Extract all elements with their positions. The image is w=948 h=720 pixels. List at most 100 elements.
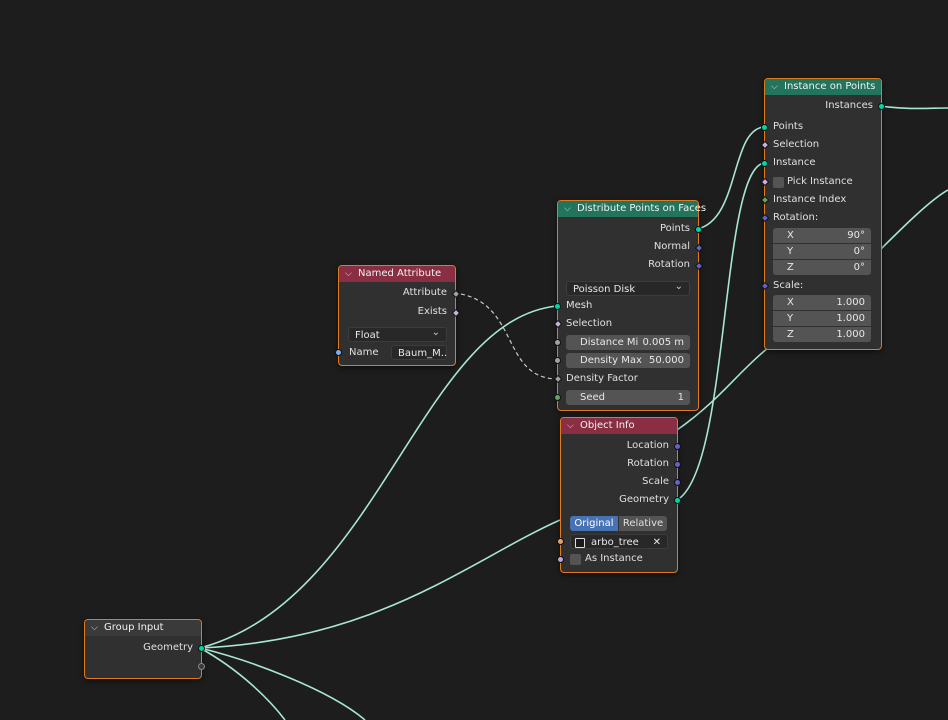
link-instances-out	[879, 105, 948, 110]
output-points-label: Points	[659, 223, 690, 234]
output-rotation-label: Rotation	[648, 259, 690, 270]
rotation-z-field[interactable]: Z 0°	[773, 260, 871, 275]
density-max-value: 50.000	[649, 355, 684, 366]
chevron-down-icon[interactable]: ⌵	[771, 79, 781, 95]
axis-x-label: X	[787, 230, 794, 241]
chevron-down-icon[interactable]: ⌵	[91, 620, 101, 636]
rotation-z-value: 0°	[853, 262, 865, 273]
socket-scale[interactable]	[674, 479, 681, 486]
axis-z-label: Z	[787, 329, 794, 340]
object-icon	[575, 538, 585, 548]
seed-label: Seed	[580, 392, 605, 403]
chevron-down-icon[interactable]: ⌵	[564, 201, 574, 217]
named-attribute-node[interactable]: ⌵ Named Attribute Attribute Exists Float …	[335, 265, 461, 366]
input-mesh-label: Mesh	[566, 300, 593, 311]
chevron-down-icon[interactable]: ⌵	[567, 418, 577, 434]
socket-seed[interactable]	[554, 394, 561, 401]
group-input-header[interactable]: ⌵ Group Input	[85, 620, 201, 636]
scale-y-value: 1.000	[836, 313, 865, 324]
socket-as-instance[interactable]	[557, 556, 564, 563]
seed-field[interactable]: Seed 1	[566, 390, 690, 405]
pick-instance-label: Pick Instance	[787, 176, 853, 187]
output-rotation-label: Rotation	[627, 458, 669, 469]
axis-z-label: Z	[787, 262, 794, 273]
density-factor-label: Density Factor	[566, 373, 638, 384]
distribute-points-node[interactable]: ⌵ Distribute Points on Faces Points Norma…	[553, 200, 706, 411]
socket-geometry[interactable]	[198, 645, 205, 652]
output-geometry-label: Geometry	[143, 642, 193, 653]
scale-z-value: 1.000	[836, 329, 865, 340]
distance-min-value: 0.005 m	[642, 337, 684, 348]
socket-name[interactable]	[335, 349, 342, 356]
node-title: Distribute Points on Faces	[577, 203, 707, 214]
as-instance-label: As Instance	[585, 553, 643, 564]
scale-x-field[interactable]: X 1.000	[773, 295, 871, 310]
rotation-x-value: 90°	[847, 230, 865, 241]
pick-instance-checkbox[interactable]	[773, 177, 784, 188]
node-title: Named Attribute	[358, 268, 442, 279]
rotation-y-value: 0°	[853, 246, 865, 257]
density-max-field[interactable]: Density Max 50.000	[566, 353, 690, 368]
output-location-label: Location	[626, 440, 669, 451]
socket-instance[interactable]	[761, 160, 768, 167]
mode-dropdown[interactable]: Poisson Disk	[566, 279, 690, 296]
rotation-x-field[interactable]: X 90°	[773, 228, 871, 243]
node-title: Object Info	[580, 420, 635, 431]
scale-y-field[interactable]: Y 1.000	[773, 311, 871, 326]
output-attribute-label: Attribute	[402, 287, 447, 298]
output-geometry-label: Geometry	[619, 494, 669, 505]
data-type-dropdown[interactable]: Float	[348, 325, 447, 342]
instance-on-points-node[interactable]: ⌵ Instance on Points Instances Points Sel…	[760, 78, 885, 350]
name-value: Baum_M...	[398, 348, 447, 359]
object-info-header[interactable]: ⌵ Object Info	[561, 418, 677, 434]
object-field[interactable]: arbo_tree ✕	[570, 534, 668, 549]
distance-min-field[interactable]: Distance Mi 0.005 m	[566, 335, 690, 350]
scale-z-field[interactable]: Z 1.000	[773, 327, 871, 342]
scale-x-value: 1.000	[836, 297, 865, 308]
axis-y-label: Y	[787, 313, 794, 324]
object-name: arbo_tree	[591, 537, 639, 548]
link-up-right	[879, 189, 948, 251]
distribute-points-header[interactable]: ⌵ Distribute Points on Faces	[558, 201, 706, 217]
instance-index-label: Instance Index	[773, 194, 847, 205]
axis-y-label: Y	[787, 246, 794, 257]
socket-empty[interactable]	[198, 663, 205, 670]
link-geometry-down-1	[199, 647, 366, 720]
link-points-to-points	[696, 126, 765, 230]
name-field[interactable]: Baum_M...	[391, 345, 447, 360]
rotation-y-field[interactable]: Y 0°	[773, 244, 871, 259]
output-scale-label: Scale	[642, 476, 669, 487]
instance-on-points-header[interactable]: ⌵ Instance on Points	[765, 79, 881, 95]
socket-density-max[interactable]	[554, 357, 561, 364]
named-attribute-header[interactable]: ⌵ Named Attribute	[339, 266, 455, 282]
chevron-down-icon[interactable]: ⌵	[345, 266, 355, 282]
axis-x-label: X	[787, 297, 794, 308]
input-selection-label: Selection	[566, 318, 613, 329]
socket-instances[interactable]	[878, 103, 885, 110]
socket-geometry[interactable]	[674, 497, 681, 504]
link-geometry-down-2	[199, 647, 286, 720]
node-title: Instance on Points	[784, 81, 876, 92]
node-title: Group Input	[104, 622, 164, 633]
socket-rotation[interactable]	[674, 461, 681, 468]
socket-distance-min[interactable]	[554, 339, 561, 346]
data-type-value: Float	[355, 330, 380, 341]
relative-toggle[interactable]: Relative	[619, 516, 667, 531]
scale-label: Scale:	[773, 280, 804, 291]
group-input-node[interactable]: ⌵ Group Input Geometry	[84, 619, 205, 679]
socket-location[interactable]	[674, 443, 681, 450]
socket-points-in[interactable]	[761, 124, 768, 131]
original-toggle[interactable]: Original	[570, 516, 618, 531]
link-geometry-to-object-info	[199, 519, 561, 649]
socket-object[interactable]	[557, 538, 564, 545]
density-max-label: Density Max	[580, 355, 642, 366]
object-info-node[interactable]: ⌵ Object Info Location Rotation Scale Geo…	[557, 417, 681, 573]
socket-points-out[interactable]	[695, 226, 702, 233]
link-attribute-to-density-factor	[453, 292, 558, 380]
socket-mesh[interactable]	[554, 303, 561, 310]
seed-value: 1	[677, 392, 684, 403]
output-normal-label: Normal	[653, 241, 690, 252]
as-instance-checkbox[interactable]	[570, 554, 581, 565]
input-selection-label: Selection	[773, 139, 820, 150]
clear-icon[interactable]: ✕	[653, 535, 661, 550]
